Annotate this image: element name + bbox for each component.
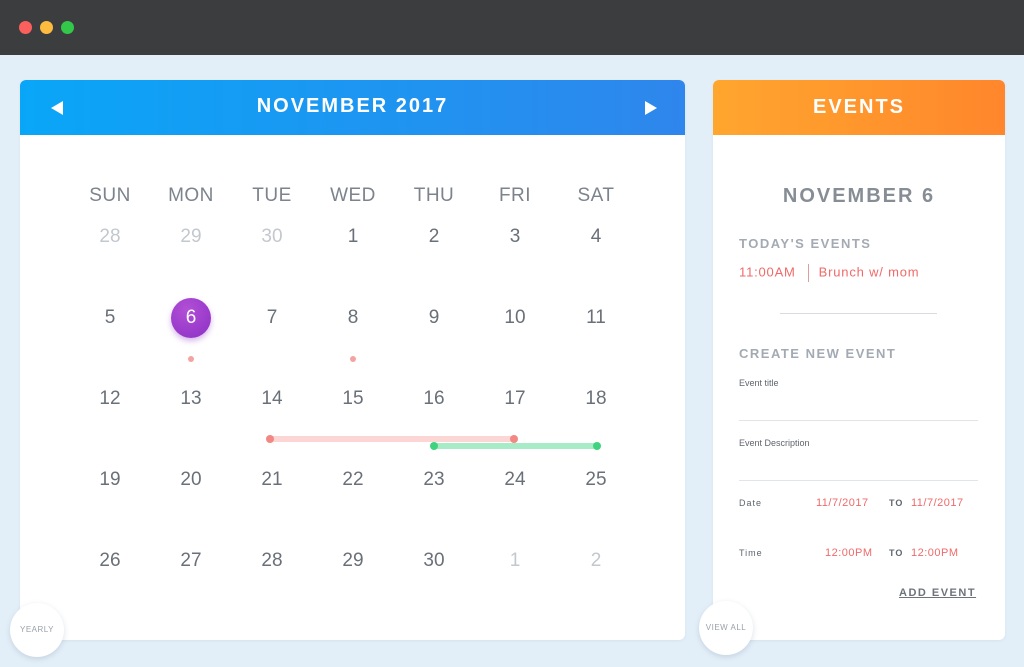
event-description-label: Event Description: [739, 438, 810, 448]
todays-events-label: TODAY'S EVENTS: [739, 236, 872, 251]
calendar-day[interactable]: 2: [576, 541, 616, 581]
calendar-day[interactable]: 10: [495, 298, 535, 338]
time-label: Time: [739, 548, 763, 558]
event-name: Brunch w/ mom: [818, 264, 920, 280]
yearly-view-button[interactable]: YEARLY: [10, 603, 64, 657]
event-title-underline: [739, 420, 978, 421]
event-indicator-dot: [188, 356, 194, 362]
calendar-day[interactable]: 29: [333, 541, 373, 581]
event-separator: [807, 264, 809, 282]
add-event-button[interactable]: ADD EVENT: [899, 587, 976, 599]
calendar-day[interactable]: 28: [252, 541, 292, 581]
weekday-header-mon: MON: [168, 185, 214, 206]
next-month-button[interactable]: [640, 98, 660, 118]
end-date-value[interactable]: 11/7/2017: [911, 497, 964, 509]
triangle-right-icon: [645, 101, 657, 115]
calendar-day[interactable]: 28: [90, 217, 130, 257]
date-to-label: TO: [889, 498, 904, 508]
calendar-day[interactable]: 16: [414, 379, 454, 419]
event-description-input[interactable]: [739, 461, 978, 479]
start-date-value[interactable]: 11/7/2017: [816, 497, 869, 509]
range-start-cap: [266, 435, 274, 443]
selected-date-heading: NOVEMBER 6: [782, 185, 936, 207]
event-description-underline: [739, 480, 978, 481]
start-time-value[interactable]: 12:00PM: [825, 547, 873, 559]
calendar-day[interactable]: 13: [171, 379, 211, 419]
events-title: EVENTS: [812, 96, 906, 118]
calendar-day[interactable]: 25: [576, 460, 616, 500]
calendar-day[interactable]: 5: [90, 298, 130, 338]
event-time: 11:00AM: [739, 264, 796, 280]
calendar-day[interactable]: 1: [495, 541, 535, 581]
view-all-button[interactable]: VIEW ALL: [699, 601, 753, 655]
range-end-cap: [510, 435, 518, 443]
create-event-label: CREATE NEW EVENT: [739, 346, 897, 361]
calendar-day[interactable]: 19: [90, 460, 130, 500]
calendar-day[interactable]: 29: [171, 217, 211, 257]
calendar-day[interactable]: 26: [90, 541, 130, 581]
event-title-input[interactable]: [739, 401, 978, 419]
close-window-button[interactable]: [19, 21, 32, 34]
window-titlebar: [0, 0, 1024, 55]
end-time-value[interactable]: 12:00PM: [911, 547, 959, 559]
weekday-header-fri: FRI: [498, 185, 532, 206]
calendar-day[interactable]: 20: [171, 460, 211, 500]
date-label: Date: [739, 498, 763, 508]
range-end-cap: [593, 442, 601, 450]
minimize-window-button[interactable]: [40, 21, 53, 34]
weekday-header-sat: SAT: [577, 185, 615, 206]
calendar-day[interactable]: 30: [252, 217, 292, 257]
time-to-label: TO: [889, 548, 904, 558]
calendar-day[interactable]: 8: [333, 298, 373, 338]
calendar-day[interactable]: 18: [576, 379, 616, 419]
calendar-day[interactable]: 30: [414, 541, 454, 581]
calendar-day[interactable]: 9: [414, 298, 454, 338]
event-title-label: Event title: [739, 378, 779, 388]
weekday-header-sun: SUN: [89, 185, 131, 206]
calendar-day[interactable]: 24: [495, 460, 535, 500]
calendar-day[interactable]: 12: [90, 379, 130, 419]
selected-day[interactable]: 6: [171, 298, 211, 338]
calendar-day[interactable]: 7: [252, 298, 292, 338]
maximize-window-button[interactable]: [61, 21, 74, 34]
calendar-day[interactable]: 17: [495, 379, 535, 419]
calendar-day[interactable]: 14: [252, 379, 292, 419]
multi-day-event-bar[interactable]: [266, 435, 518, 443]
events-panel: EVENTS NOVEMBER 6 TODAY'S EVENTS 11:00AM…: [713, 80, 1005, 640]
event-list-item[interactable]: 11:00AM Brunch w/ mom: [739, 264, 919, 282]
events-header: EVENTS: [713, 80, 1005, 135]
weekday-header-thu: THU: [413, 185, 455, 206]
calendar-day[interactable]: 3: [495, 217, 535, 257]
event-indicator-dot: [350, 356, 356, 362]
calendar-header: NOVEMBER 2017: [20, 80, 685, 135]
weekday-header-tue: TUE: [252, 185, 292, 206]
calendar-day[interactable]: 1: [333, 217, 373, 257]
calendar-day[interactable]: 22: [333, 460, 373, 500]
weekday-header-wed: WED: [330, 185, 376, 206]
section-divider: [780, 313, 937, 314]
calendar-day[interactable]: 11: [576, 298, 616, 338]
month-title: NOVEMBER 2017: [256, 95, 449, 117]
calendar-day[interactable]: 21: [252, 460, 292, 500]
calendar-panel: NOVEMBER 2017 SUN MON TUE WED THU FRI SAT 28 29…: [20, 80, 685, 640]
calendar-day[interactable]: 15: [333, 379, 373, 419]
range-start-cap: [430, 442, 438, 450]
calendar-day[interactable]: 2: [414, 217, 454, 257]
multi-day-event-bar[interactable]: [430, 442, 601, 450]
calendar-day[interactable]: 27: [171, 541, 211, 581]
calendar-day[interactable]: 23: [414, 460, 454, 500]
calendar-day[interactable]: 4: [576, 217, 616, 257]
